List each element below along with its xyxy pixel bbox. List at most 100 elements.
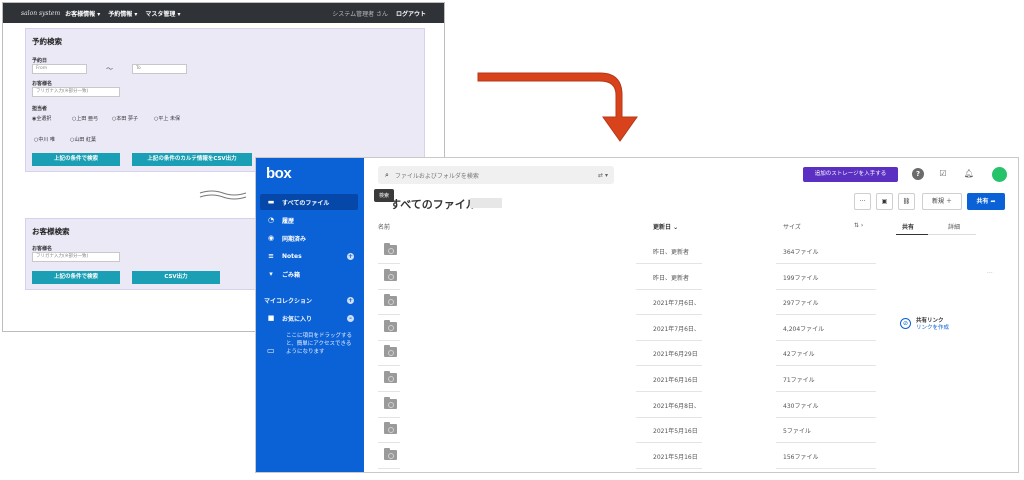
tasks-icon[interactable]: ☑ (937, 168, 949, 180)
search-icon: ⌕ (385, 170, 389, 179)
folder-icon (384, 447, 397, 460)
composite-screenshot: salon system お客様情報 ▾ 予約情報 ▾ マスタ管理 ▾ システム… (0, 0, 1024, 480)
filter-icon[interactable]: ⇄ ▾ (598, 172, 608, 179)
share-button[interactable]: 共有 ➦ (967, 193, 1005, 210)
menu-master[interactable]: マスタ管理 ▾ (145, 9, 180, 18)
sidebar-item-trash[interactable]: ▾ ごみ箱 (256, 266, 364, 282)
breadcrumb-redacted (470, 198, 502, 208)
row-size: 430ファイル (783, 402, 819, 410)
row-updated: 2021年7月6日、 (653, 300, 700, 308)
view-toggle[interactable]: ⇅ › (854, 222, 863, 229)
tab-share[interactable]: 共有 (902, 222, 914, 231)
folder-icon (384, 422, 397, 435)
sidebar-item-notes[interactable]: ≡ Notes + (256, 248, 364, 264)
row-updated: 昨日、更新者 (653, 274, 690, 282)
notes-icon: ≡ (268, 252, 274, 260)
staff-radio-ueda[interactable]: ○上田 亜弓 (72, 115, 98, 122)
date-from-input[interactable]: From (32, 64, 87, 74)
table-row[interactable]: 昨日、更新者 364ファイル (378, 238, 876, 264)
column-size[interactable]: サイズ (783, 222, 801, 231)
row-updated: 2021年5月16日 (653, 453, 698, 461)
staff-label: 担当者 (32, 106, 48, 112)
table-row[interactable]: 昨日、更新者 199ファイル (378, 264, 876, 290)
link-icon[interactable]: ⛓ (898, 193, 915, 210)
row-updated: 昨日、更新者 (653, 249, 690, 256)
tab-divider (928, 234, 976, 235)
sidebar-item-all-files[interactable]: ▬ すべてのファイル (260, 194, 358, 210)
trash-icon: ▾ (269, 270, 273, 278)
row-size: 42ファイル (783, 351, 815, 359)
table-row[interactable]: 2021年6月29日 42ファイル (378, 340, 876, 367)
salon-topbar: salon system お客様情報 ▾ 予約情報 ▾ マスタ管理 ▾ システム… (3, 3, 444, 23)
row-size: 4,204ファイル (783, 325, 825, 333)
folder-icon (384, 371, 397, 383)
row-updated: 2021年6月8日、 (653, 402, 700, 410)
create-link[interactable]: リンクを作成 (916, 323, 949, 331)
row-size: 5ファイル (783, 428, 811, 436)
column-name[interactable]: 名前 (378, 222, 390, 231)
panel-more-icon[interactable]: ··· (987, 270, 993, 277)
logout-link[interactable]: ログアウト (396, 9, 426, 18)
sidebar-item-favorites[interactable]: ■ お気に入り – (256, 310, 364, 326)
row-size: 156ファイル (783, 453, 819, 461)
more-button[interactable]: ··· (854, 193, 871, 210)
salon-user: システム管理者 さん (332, 10, 388, 18)
folder-icon: ▬ (267, 198, 275, 206)
help-icon[interactable]: ? (912, 168, 924, 180)
staff-radio-hiragami[interactable]: ○平上 未保 (154, 115, 180, 122)
row-updated: 2021年6月29日 (653, 351, 698, 359)
add-collection-icon[interactable]: + (347, 296, 354, 304)
search-placeholder: ファイルおよびフォルダを検索 (394, 172, 479, 180)
karte-csv-button[interactable]: 上記の条件のカルテ情報をCSV出力 (132, 153, 252, 166)
row-divider (636, 467, 702, 469)
table-row[interactable]: 2021年5月16日 156ファイル (378, 443, 876, 469)
table-row[interactable]: 2021年7月6日、 297ファイル (378, 289, 876, 316)
staff-radio-honda[interactable]: ○本田 夢子 (112, 115, 138, 122)
customer-csv-button[interactable]: CSV出力 (132, 271, 220, 284)
box-logo: box (266, 165, 292, 182)
menu-customer-info[interactable]: お客様情報 ▾ (65, 9, 100, 18)
new-button[interactable]: 新規 ＋ (922, 193, 962, 210)
customer-search-title: お客様検索 (32, 227, 70, 236)
box-sidebar: box ▬ すべてのファイル ◔ 履歴 ◉ 同期済み ≡ Notes + ▾ ご… (256, 158, 364, 472)
customer-name-input-2[interactable]: フリガナ入力(※部分一致) (32, 252, 120, 262)
reservation-search-button[interactable]: 上記の条件で検索 (32, 153, 120, 166)
clock-icon: ◔ (267, 216, 275, 224)
bell-icon[interactable]: 🔔︎ (963, 168, 975, 180)
upload-icon[interactable]: ▣ (876, 193, 893, 210)
staff-radio-nakagawa[interactable]: ○中川 唯 (34, 136, 55, 143)
customer-name-input[interactable]: フリガナ入力(※部分一致) (32, 87, 120, 97)
favorites-expand-icon[interactable]: – (347, 314, 354, 322)
add-note-icon[interactable]: + (347, 252, 354, 260)
favorites-hint: ここに項目をドラッグすると、簡単にアクセスできるようになります (286, 333, 353, 355)
date-to-input[interactable]: To (132, 64, 187, 74)
table-row[interactable]: 2021年6月8日、 430ファイル (378, 392, 876, 418)
share-link-icon: ⊘ (900, 318, 911, 329)
staff-radio-all[interactable]: ◉全選択 (32, 115, 51, 122)
reservation-search-panel: 予約検索 予約日 From 〜 To お客様名 フリガナ入力(※部分一致) 担当… (25, 28, 425, 172)
salon-brand: salon system (21, 9, 61, 17)
customer-search-button[interactable]: 上記の条件で検索 (32, 271, 120, 284)
column-updated[interactable]: 更新日 ⌄ (653, 222, 678, 231)
sidebar-item-history[interactable]: ◔ 履歴 (256, 212, 364, 228)
menu-reservation-info[interactable]: 予約情報 ▾ (108, 9, 137, 18)
staff-radio-yamada[interactable]: ○山田 紅葉 (70, 136, 96, 143)
tab-detail[interactable]: 詳細 (948, 222, 960, 231)
box-app-window: box ▬ すべてのファイル ◔ 履歴 ◉ 同期済み ≡ Notes + ▾ ご… (255, 157, 1019, 473)
row-divider (378, 467, 400, 469)
row-size: 364ファイル (783, 249, 819, 256)
row-updated: 2021年7月6日、 (653, 325, 700, 333)
table-row[interactable]: 2021年5月16日 5ファイル (378, 417, 876, 444)
table-row[interactable]: 2021年6月16日 71ファイル (378, 366, 876, 392)
row-size: 199ファイル (783, 274, 819, 282)
row-size: 71ファイル (783, 377, 815, 384)
sidebar-item-my-collections[interactable]: マイコレクション + (256, 292, 364, 308)
search-input[interactable]: ⌕ ファイルおよびフォルダを検索 ⇄ ▾ (378, 166, 614, 184)
sync-icon: ◉ (267, 234, 275, 242)
folder-icon (384, 345, 397, 358)
row-updated: 2021年5月16日 (653, 428, 698, 436)
get-storage-button[interactable]: 追加のストレージを入手する (803, 167, 898, 182)
avatar[interactable] (992, 167, 1007, 182)
table-row[interactable]: 2021年7月6日、 4,204ファイル (378, 315, 876, 341)
sidebar-item-synced[interactable]: ◉ 同期済み (256, 230, 364, 246)
